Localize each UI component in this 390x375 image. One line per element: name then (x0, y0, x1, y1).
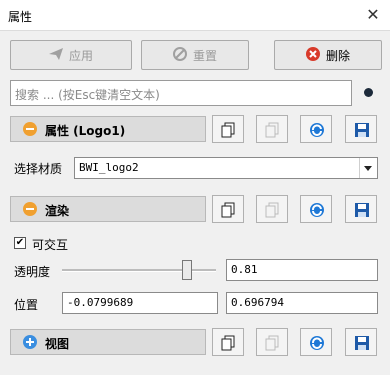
section-header-properties[interactable]: 属性 (Logo1) (10, 116, 206, 142)
section-title-properties: 属性 (Logo1) (45, 124, 126, 138)
reset-button[interactable]: 重置 (141, 40, 249, 70)
collapse-icon (23, 202, 37, 216)
search-placeholder: 搜索 ... (按Esc键清空文本) (15, 88, 160, 102)
refresh-button[interactable] (300, 195, 332, 223)
paste-button[interactable] (256, 328, 288, 356)
paste-icon (265, 335, 279, 351)
save-icon (355, 123, 369, 137)
copy-icon (221, 122, 235, 138)
apply-label: 应用 (68, 48, 93, 63)
refresh-icon (310, 123, 324, 137)
opacity-field[interactable]: 0.81 (226, 259, 378, 281)
paste-icon (265, 202, 279, 218)
window-title: 属性 (8, 10, 33, 24)
reset-label: 重置 (192, 48, 217, 63)
opacity-slider-track[interactable] (62, 269, 216, 272)
section-header-render[interactable]: 渲染 (10, 196, 206, 222)
interactive-checkbox[interactable]: ✔ (14, 237, 26, 249)
close-icon[interactable]: ✕ (364, 6, 382, 24)
position-x-field[interactable]: -0.0799689 (62, 292, 218, 314)
copy-button[interactable] (212, 115, 244, 143)
save-button[interactable] (345, 115, 377, 143)
position-label: 位置 (14, 298, 39, 312)
copy-button[interactable] (212, 328, 244, 356)
refresh-icon (310, 203, 324, 217)
opacity-value: 0.81 (231, 263, 258, 276)
material-label: 选择材质 (14, 162, 63, 176)
send-icon (48, 47, 63, 63)
refresh-button[interactable] (300, 328, 332, 356)
save-icon (355, 203, 369, 217)
section-header-view[interactable]: 视图 (10, 329, 206, 355)
refresh-button[interactable] (300, 115, 332, 143)
position-y-field[interactable]: 0.696794 (226, 292, 378, 314)
material-select[interactable]: BWI_logo2 (74, 157, 378, 179)
opacity-slider-handle[interactable] (181, 260, 192, 280)
title-bar: 属性 ✕ (0, 0, 390, 31)
paste-button[interactable] (256, 195, 288, 223)
save-icon (355, 336, 369, 350)
save-button[interactable] (345, 328, 377, 356)
delete-label: 删除 (325, 48, 350, 63)
check-icon: ✔ (15, 237, 25, 248)
copy-icon (221, 335, 235, 351)
search-input[interactable]: 搜索 ... (按Esc键清空文本) (10, 80, 352, 106)
chevron-down-icon[interactable] (359, 158, 377, 178)
section-title-view: 视图 (45, 337, 70, 351)
reset-icon (172, 46, 187, 64)
copy-button[interactable] (212, 195, 244, 223)
position-x-value: -0.0799689 (67, 296, 134, 309)
delete-button[interactable]: 删除 (274, 40, 382, 70)
expand-icon (23, 335, 37, 349)
paste-button[interactable] (256, 115, 288, 143)
options-dot-button[interactable] (356, 80, 382, 106)
refresh-icon (310, 336, 324, 350)
save-button[interactable] (345, 195, 377, 223)
delete-icon (305, 46, 320, 64)
interactive-label: 可交互 (32, 238, 69, 252)
dot-icon (364, 88, 373, 97)
collapse-icon (23, 122, 37, 136)
apply-button[interactable]: 应用 (10, 40, 132, 70)
section-title-render: 渲染 (45, 204, 70, 218)
material-value: BWI_logo2 (79, 161, 139, 174)
opacity-label: 透明度 (14, 265, 51, 279)
copy-icon (221, 202, 235, 218)
paste-icon (265, 122, 279, 138)
position-y-value: 0.696794 (231, 296, 284, 309)
